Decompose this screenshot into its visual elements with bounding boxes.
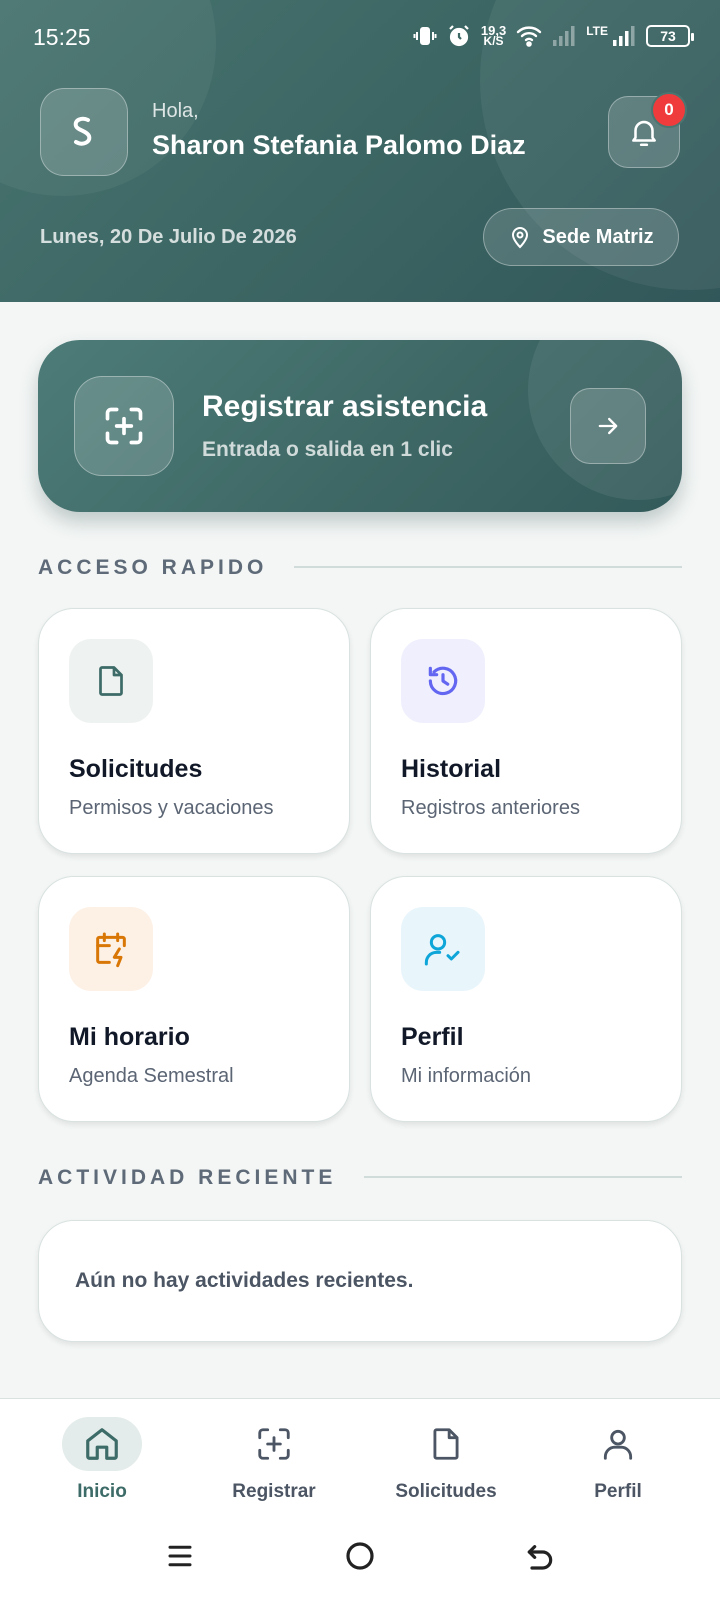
nav-pill [62,1417,142,1471]
user-name: Sharon Stefania Palomo Diaz [152,130,526,160]
cta-arrow-button[interactable] [570,388,646,464]
nav-label: Registrar [232,1481,316,1502]
scan-plus-icon [105,407,143,445]
card-title: Mi horario [69,1023,190,1051]
card-title: Solicitudes [69,755,203,783]
card-icon-box [401,907,485,991]
card-subtitle: Agenda Semestral [69,1065,234,1087]
network-type: LTE [586,24,608,38]
register-attendance-card[interactable]: Registrar asistencia Entrada o salida en… [38,340,682,512]
location-label: Sede Matriz [542,225,654,248]
status-icons: 19,3 K/S LTE 73 [413,20,694,52]
card-icon-box [69,639,153,723]
signal-icon [553,26,575,46]
user-check-icon [424,934,460,966]
logo-icon [73,116,92,146]
status-time: 15:25 [33,24,91,50]
nav-item-solicitudes[interactable]: Solicitudes [366,1417,526,1513]
arrow-right-icon [598,417,618,435]
scan-plus-icon [258,1428,290,1460]
notification-badge: 0 [651,92,687,128]
nav-label: Perfil [594,1481,642,1502]
card-title: Perfil [401,1023,464,1051]
section-divider [364,1176,682,1178]
nav-pill [234,1417,314,1471]
quick-card-solicitudes[interactable]: Solicitudes Permisos y vacaciones [38,608,350,854]
nav-label: Inicio [77,1481,127,1502]
current-date: Lunes, 20 De Julio De 2026 [40,226,297,248]
recent-activity-card: Aún no hay actividades recientes. [38,1220,682,1342]
network-speed: 19,3 K/S [480,23,507,48]
battery-indicator: 73 [646,25,694,47]
back-button[interactable] [520,1536,560,1576]
cta-title: Registrar asistencia [202,390,488,423]
card-title: Historial [401,755,502,783]
cta-subtitle: Entrada o salida en 1 clic [202,438,453,461]
signal-icon [613,26,635,46]
recent-apps-button[interactable] [160,1536,200,1576]
nav-pill [406,1417,486,1471]
header: 15:25 19,3 K/S LTE 73 Hola, Sharon Stefa… [0,0,720,302]
section-divider [294,566,682,568]
home-icon [86,1428,118,1460]
document-icon [433,1428,459,1460]
user-icon [603,1429,633,1460]
location-pin-icon [512,227,529,249]
home-system-button[interactable] [340,1536,380,1576]
nav-label: Solicitudes [395,1481,497,1502]
nav-pill [578,1417,658,1471]
calendar-bolt-icon [96,932,126,968]
vibrate-icon [413,27,437,45]
back-arrow-icon [527,1545,553,1570]
system-navigation-bar [0,1516,720,1600]
location-button[interactable]: Sede Matriz [483,208,679,266]
quick-card-historial[interactable]: Historial Registros anteriores [370,608,682,854]
greeting: Hola, [152,100,199,122]
nav-item-perfil[interactable]: Perfil [538,1417,698,1513]
card-icon-box [69,907,153,991]
quick-access-heading: ACCESO RAPIDO [38,556,268,579]
nav-item-inicio[interactable]: Inicio [22,1417,182,1513]
circle-icon [346,1542,374,1570]
document-icon [99,666,123,696]
empty-message: Aún no hay actividades recientes. [75,1269,414,1292]
card-subtitle: Registros anteriores [401,797,580,819]
recent-activity-heading: ACTIVIDAD RECIENTE [38,1166,337,1189]
card-icon-box [401,639,485,723]
alarm-icon [449,25,469,47]
quick-card-perfil[interactable]: Perfil Mi información [370,876,682,1122]
bottom-navigation: Inicio Registrar Solicitudes Perfil [0,1398,720,1516]
card-subtitle: Mi información [401,1065,532,1087]
history-icon [428,666,458,696]
app-logo [40,88,128,176]
scan-icon-box [74,376,174,476]
status-bar: 15:25 19,3 K/S LTE 73 [0,0,720,72]
nav-item-registrar[interactable]: Registrar [194,1417,354,1513]
card-subtitle: Permisos y vacaciones [69,797,274,819]
quick-card-mi-horario[interactable]: Mi horario Agenda Semestral [38,876,350,1122]
menu-icon [168,1545,192,1567]
wifi-icon [517,26,542,47]
